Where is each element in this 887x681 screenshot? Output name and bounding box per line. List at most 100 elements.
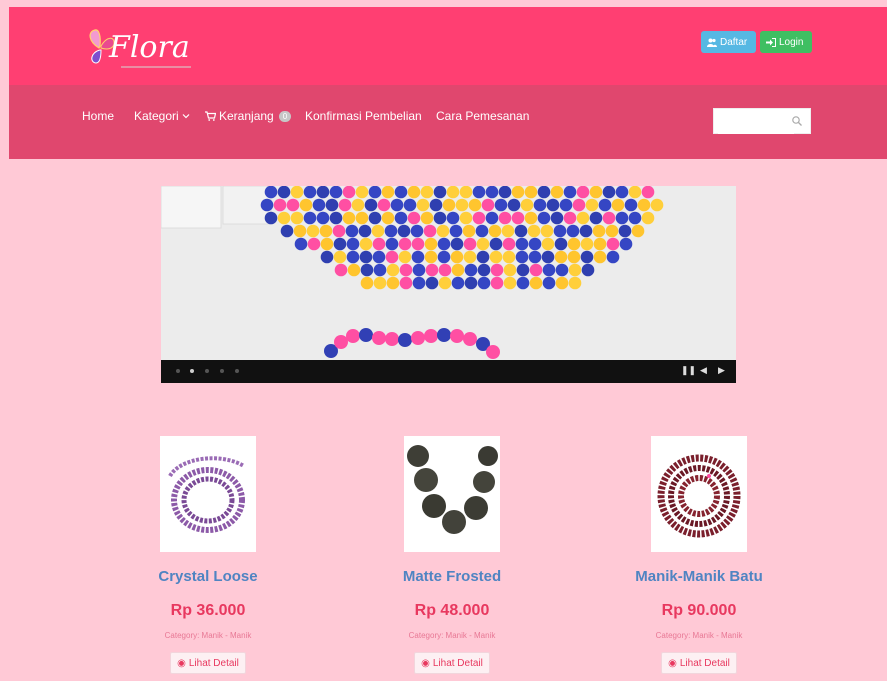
- bead: [398, 237, 412, 251]
- slider-dot[interactable]: [176, 369, 180, 373]
- product-name[interactable]: Manik-Manik Batu: [594, 568, 804, 585]
- product-image[interactable]: [651, 436, 747, 552]
- product-image[interactable]: [160, 436, 256, 552]
- bead: [329, 211, 343, 225]
- bead: [345, 224, 359, 238]
- bead: [524, 211, 538, 225]
- image-slider[interactable]: ❚❚ ◀ ▶: [161, 186, 736, 383]
- bead: [293, 224, 307, 238]
- bead: [334, 263, 348, 277]
- bead: [333, 237, 347, 251]
- nav-kategori[interactable]: Kategori: [134, 109, 190, 123]
- bead: [371, 224, 385, 238]
- lihat-detail-button[interactable]: ◉ Lihat Detail: [414, 652, 490, 674]
- lihat-detail-button[interactable]: ◉ Lihat Detail: [170, 652, 246, 674]
- nav-keranjang[interactable]: Keranjang 0: [205, 109, 292, 123]
- product-name[interactable]: Crystal Loose: [103, 568, 313, 585]
- slider-dot[interactable]: [235, 369, 239, 373]
- bead: [290, 186, 304, 199]
- prev-icon[interactable]: ◀: [700, 365, 707, 376]
- flora-logo[interactable]: Flora: [85, 26, 215, 70]
- bead: [438, 276, 452, 290]
- bead: [424, 237, 438, 251]
- bead: [563, 186, 577, 199]
- nav-konfirmasi[interactable]: Konfirmasi Pembelian: [305, 109, 422, 123]
- bead: [394, 211, 408, 225]
- bead: [477, 263, 491, 277]
- bead: [451, 276, 465, 290]
- bead: [450, 329, 464, 343]
- bead: [386, 263, 400, 277]
- bead: [260, 198, 274, 212]
- bead: [459, 211, 473, 225]
- daftar-button[interactable]: Daftar: [701, 31, 756, 53]
- bead: [450, 237, 464, 251]
- bead: [306, 224, 320, 238]
- bead: [372, 237, 386, 251]
- bead: [420, 211, 434, 225]
- search-icon[interactable]: [791, 115, 803, 127]
- eye-icon: ◉: [177, 657, 186, 669]
- bead: [619, 237, 633, 251]
- bead: [546, 198, 560, 212]
- bead: [477, 276, 491, 290]
- nav-konfirmasi-label: Konfirmasi Pembelian: [305, 109, 422, 123]
- bead: [611, 198, 625, 212]
- slider-dot[interactable]: [220, 369, 224, 373]
- bead: [299, 198, 313, 212]
- bead: [303, 211, 317, 225]
- bead: [385, 237, 399, 251]
- slider-controls: ❚❚ ◀ ▶: [161, 360, 736, 383]
- bead: [555, 276, 569, 290]
- bead: [436, 224, 450, 238]
- nav-cara-pemesanan[interactable]: Cara Pemesanan: [436, 109, 529, 123]
- slider-dot-active[interactable]: [190, 369, 194, 373]
- bead: [553, 224, 567, 238]
- nav-home[interactable]: Home: [82, 109, 114, 123]
- bead: [425, 263, 439, 277]
- bead: [650, 198, 664, 212]
- product-image[interactable]: [404, 436, 500, 552]
- bead: [516, 276, 530, 290]
- bead: [334, 335, 348, 349]
- bead: [437, 328, 451, 342]
- bead: [385, 332, 399, 346]
- bead: [498, 186, 512, 199]
- bead: [446, 186, 460, 199]
- bead: [416, 198, 430, 212]
- product-name[interactable]: Matte Frosted: [347, 568, 557, 585]
- bead: [624, 198, 638, 212]
- pause-icon[interactable]: ❚❚: [681, 365, 696, 376]
- chevron-down-icon: [182, 114, 190, 119]
- bead: [489, 237, 503, 251]
- slider-dot[interactable]: [205, 369, 209, 373]
- bead: [581, 263, 595, 277]
- bead: [503, 263, 517, 277]
- bead: [360, 276, 374, 290]
- bead: [568, 276, 582, 290]
- login-button[interactable]: Login: [760, 31, 812, 53]
- bead: [542, 276, 556, 290]
- lihat-detail-button[interactable]: ◉ Lihat Detail: [661, 652, 737, 674]
- bead: [641, 211, 655, 225]
- bead: [433, 186, 447, 199]
- bead: [316, 211, 330, 225]
- bead: [593, 237, 607, 251]
- bead: [381, 211, 395, 225]
- bead: [407, 186, 421, 199]
- bead: [320, 237, 334, 251]
- bead: [320, 250, 334, 264]
- bead: [373, 263, 387, 277]
- bead: [576, 211, 590, 225]
- bead: [602, 186, 616, 199]
- bead: [407, 211, 421, 225]
- bead: [429, 198, 443, 212]
- bead: [412, 263, 426, 277]
- search-input[interactable]: [718, 110, 794, 134]
- bead: [463, 332, 477, 346]
- main-navbar: Home Kategori Keranjang 0 Konfirmasi Pem…: [9, 85, 887, 159]
- bead: [412, 276, 426, 290]
- next-icon[interactable]: ▶: [718, 365, 725, 376]
- bead: [346, 250, 360, 264]
- bead: [451, 263, 465, 277]
